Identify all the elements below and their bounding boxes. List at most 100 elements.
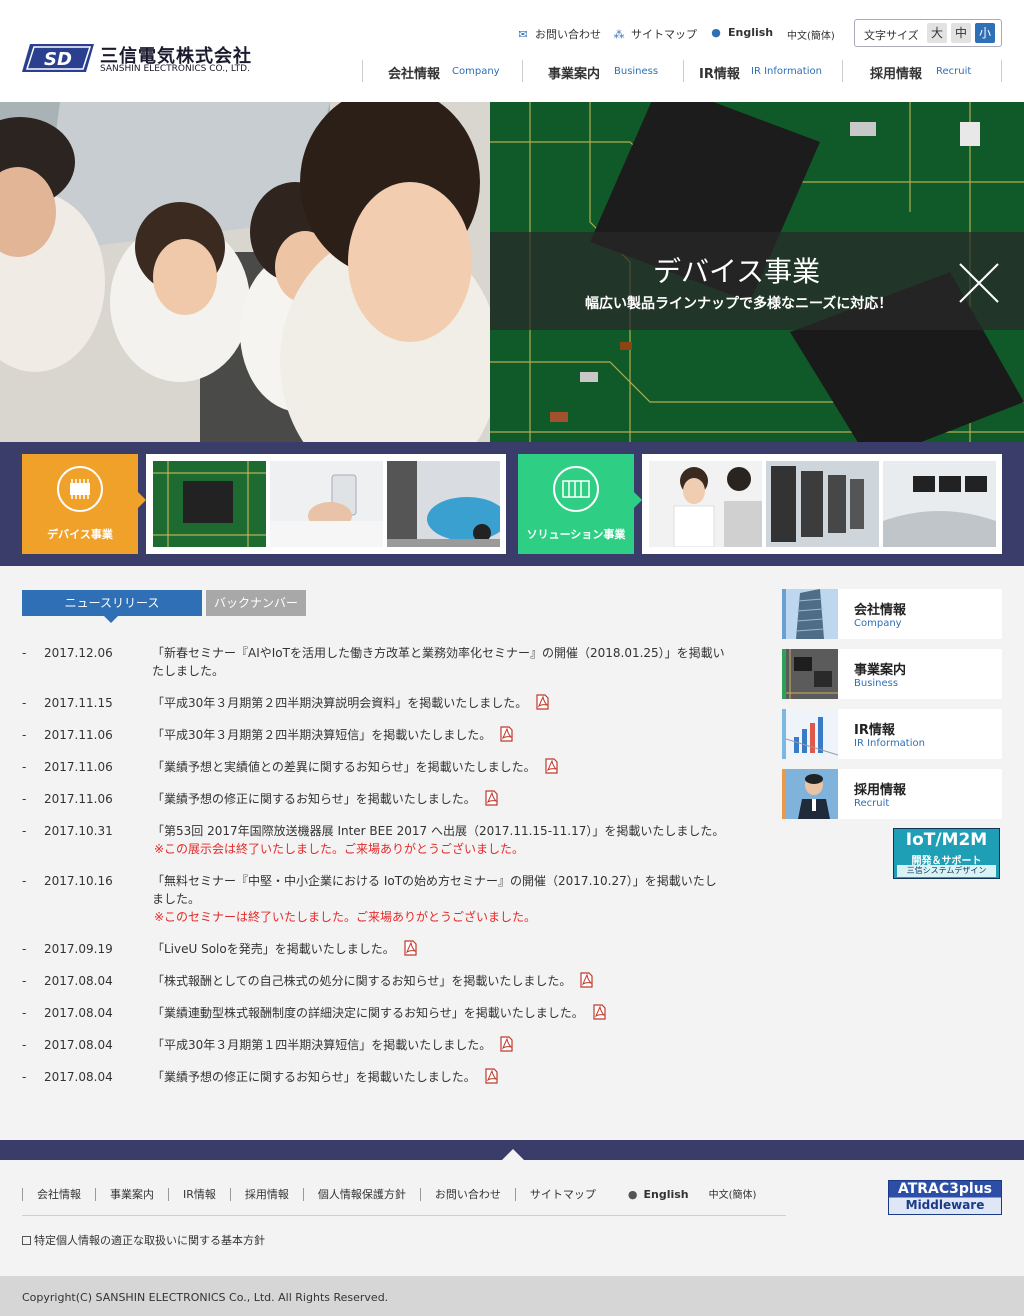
news-body: 「平成30年３月期第１四半期決算短信」を掲載いたしました。 xyxy=(152,1036,727,1054)
news-date: 2017.08.04 xyxy=(44,1038,113,1052)
finance-chart-image xyxy=(786,709,838,759)
server-icon xyxy=(553,466,599,512)
news-body: 「平成30年３月期第２四半期決算短信」を掲載いたしました。 xyxy=(152,726,727,744)
solution-business-link[interactable]: ソリューション事業 xyxy=(518,454,634,554)
contact-link[interactable]: ✉ お問い合わせ xyxy=(517,26,601,42)
news-item: - 2017.11.06 「業績予想の修正に関するお知らせ」を掲載いたしました。 xyxy=(22,790,734,808)
side-link-business[interactable]: 事業案内 Business xyxy=(782,649,1002,699)
footer-link-privacy[interactable]: 個人情報保護方針 xyxy=(302,1188,420,1201)
control-room-thumbnail[interactable] xyxy=(883,461,996,547)
solution-business-label: ソリューション事業 xyxy=(526,528,626,541)
footer-link-chinese[interactable]: 中文(簡体) xyxy=(703,1189,771,1202)
server-room-thumbnail[interactable] xyxy=(766,461,879,547)
nav-ir[interactable]: IR情報 IR Information xyxy=(699,60,839,84)
news-date: 2017.10.31 xyxy=(44,824,113,838)
sitemap-link[interactable]: ⁂ サイトマップ xyxy=(613,26,698,42)
list-bullet: - xyxy=(22,874,27,888)
electric-car-thumbnail[interactable] xyxy=(387,461,500,547)
footer-divider xyxy=(22,1215,786,1216)
font-size-switcher: 文字サイズ 大 中 小 xyxy=(854,19,1002,47)
tab-news-release[interactable]: ニュースリリース xyxy=(22,590,202,616)
news-item: - 2017.08.04 「業績予想の修正に関するお知らせ」を掲載いたしました。 xyxy=(22,1068,734,1086)
news-body: 「無料セミナー『中堅・中小企業における IoTの始め方セミナー』の開催（2017… xyxy=(152,872,727,926)
pdf-icon[interactable] xyxy=(544,758,559,774)
news-item: - 2017.08.04 「株式報酬としての自己株式の処分に関するお知らせ」を掲載い… xyxy=(22,972,734,990)
atrac3plus-banner[interactable]: ATRAC3plus Middleware xyxy=(888,1180,1002,1215)
list-bullet: - xyxy=(22,728,27,742)
tab-back-number[interactable]: バックナンバー xyxy=(206,590,306,616)
device-thumbnails xyxy=(146,454,506,554)
news-note: ※このセミナーは終了いたしました。ご来場ありがとうございました。 xyxy=(154,910,537,924)
footer-policy-link[interactable]: 特定個人情報の適正な取扱いに関する基本方針 xyxy=(22,1232,265,1248)
nav-recruit[interactable]: 採用情報 Recruit xyxy=(870,60,990,84)
footer-link-business[interactable]: 事業案内 xyxy=(95,1188,168,1201)
font-size-small-button[interactable]: 小 xyxy=(975,23,995,43)
copyright-text: Copyright(C) SANSHIN ELECTRONICS Co., Lt… xyxy=(22,1291,389,1304)
solution-thumbnails xyxy=(642,454,1002,554)
footer-link-recruit[interactable]: 採用情報 xyxy=(229,1188,303,1201)
pdf-icon[interactable] xyxy=(499,1036,514,1052)
list-bullet: - xyxy=(22,942,27,956)
news-link[interactable]: 「業績予想の修正に関するお知らせ」を掲載いたしました。 xyxy=(152,792,476,806)
pdf-icon[interactable] xyxy=(499,726,514,742)
news-body: 「LiveU Soloを発売」を掲載いたしました。 xyxy=(152,940,727,958)
smartphone-thumbnail[interactable] xyxy=(270,461,383,547)
sd-logo-icon: SD xyxy=(22,44,94,72)
news-body: 「業績予想と実績値との差異に関するお知らせ」を掲載いたしました。 xyxy=(152,758,727,776)
device-business-link[interactable]: デバイス事業 xyxy=(22,454,138,554)
footer-link-english[interactable]: ● English xyxy=(610,1188,703,1201)
news-link[interactable]: 「平成30年３月期第２四半期決算説明会資料」を掲載いたしました。 xyxy=(152,696,527,710)
iot-m2m-banner[interactable]: IoT/M2M 開発＆サポート 三信システムデザイン xyxy=(893,828,1000,879)
chinese-link[interactable]: 中文(簡体) xyxy=(787,27,835,42)
news-link[interactable]: 「株式報酬としての自己株式の処分に関するお知らせ」を掲載いたしました。 xyxy=(152,974,571,988)
hero-title: デバイス事業 xyxy=(653,255,821,288)
footer-link-sitemap[interactable]: サイトマップ xyxy=(514,1188,610,1201)
english-link[interactable]: ● English xyxy=(710,26,773,39)
pdf-icon[interactable] xyxy=(579,972,594,988)
news-date: 2017.11.06 xyxy=(44,728,113,742)
contact-label: お問い合わせ xyxy=(535,28,601,41)
circuit-board-thumbnail[interactable] xyxy=(153,461,266,547)
company-logo[interactable]: SD 三信電気株式会社 SANSHIN ELECTRONICS CO., LTD… xyxy=(22,42,252,76)
nav-ir-label: IR情報 xyxy=(699,67,740,82)
site-header: SD 三信電気株式会社 SANSHIN ELECTRONICS CO., LTD… xyxy=(0,0,1024,102)
side-recruit-label: 採用情報 xyxy=(854,783,907,798)
news-link[interactable]: 「第53回 2017年国際放送機器展 Inter BEE 2017 へ出展（20… xyxy=(152,824,724,838)
news-body: 「業績予想の修正に関するお知らせ」を掲載いたしました。 xyxy=(152,1068,727,1086)
news-link[interactable]: 「業績予想の修正に関するお知らせ」を掲載いたしました。 xyxy=(152,1070,476,1084)
font-size-large-button[interactable]: 大 xyxy=(927,23,947,43)
pdf-icon[interactable] xyxy=(592,1004,607,1020)
news-link[interactable]: 「LiveU Soloを発売」を掲載いたしました。 xyxy=(152,942,395,956)
side-link-company[interactable]: 会社情報 Company xyxy=(782,589,1002,639)
side-ir-label: IR情報 xyxy=(854,723,895,738)
pdf-icon[interactable] xyxy=(484,790,499,806)
news-link[interactable]: 「平成30年３月期第２四半期決算短信」を掲載いたしました。 xyxy=(152,728,491,742)
pdf-icon[interactable] xyxy=(484,1068,499,1084)
nav-divider xyxy=(1001,60,1002,82)
nav-business[interactable]: 事業案内 Business xyxy=(548,60,668,84)
chips-image xyxy=(786,649,838,699)
office-workers-thumbnail[interactable] xyxy=(649,461,762,547)
side-link-recruit[interactable]: 採用情報 Recruit xyxy=(782,769,1002,819)
side-link-ir[interactable]: IR情報 IR Information xyxy=(782,709,1002,759)
news-date: 2017.12.06 xyxy=(44,646,113,660)
side-company-label: 会社情報 xyxy=(854,603,907,618)
pdf-icon[interactable] xyxy=(403,940,418,956)
news-link[interactable]: 「業績予想と実績値との差異に関するお知らせ」を掲載いたしました。 xyxy=(152,760,536,774)
close-icon[interactable] xyxy=(958,262,1000,304)
news-link[interactable]: 「業績連動型株式報酬制度の詳細決定に関するお知らせ」を掲載いたしました。 xyxy=(152,1006,584,1020)
news-link[interactable]: 「無料セミナー『中堅・中小企業における IoTの始め方セミナー』の開催（2017… xyxy=(152,874,717,906)
footer-link-company[interactable]: 会社情報 xyxy=(22,1188,95,1201)
news-item: - 2017.11.15 「平成30年３月期第２四半期決算説明会資料」を掲載いたしま… xyxy=(22,694,734,712)
news-date: 2017.08.04 xyxy=(44,1070,113,1084)
news-link[interactable]: 「平成30年３月期第１四半期決算短信」を掲載いたしました。 xyxy=(152,1038,491,1052)
nav-company[interactable]: 会社情報 Company xyxy=(388,60,508,84)
font-size-medium-button[interactable]: 中 xyxy=(951,23,971,43)
footer-link-contact[interactable]: お問い合わせ xyxy=(419,1188,515,1201)
footer-link-ir[interactable]: IR情報 xyxy=(168,1188,230,1201)
nav-business-en: Business xyxy=(614,66,659,77)
news-link[interactable]: 「新春セミナー『AIやIoTを活用した働き方改革と業務効率化セミナー』の開催（2… xyxy=(152,646,725,678)
hero-subtitle: 幅広い製品ラインナップで多様なニーズに対応！ xyxy=(585,296,893,312)
pdf-icon[interactable] xyxy=(535,694,550,710)
nav-business-label: 事業案内 xyxy=(548,67,601,82)
